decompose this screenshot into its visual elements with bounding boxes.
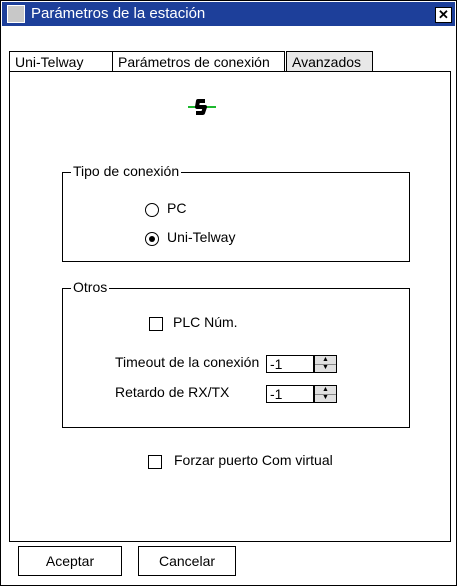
title-bar[interactable]: Parámetros de la estación ✕ xyxy=(2,2,455,26)
window-title: Parámetros de la estación xyxy=(31,5,206,22)
pc-radio[interactable] xyxy=(145,203,159,217)
station-parameters-dialog: Parámetros de la estación ✕ Uni-Telway P… xyxy=(0,0,457,586)
timeout-spinner[interactable]: ▲ ▼ xyxy=(314,355,337,373)
timeout-input[interactable]: -1 xyxy=(266,355,314,373)
plc-num-label[interactable]: PLC Núm. xyxy=(173,314,238,330)
cancel-button[interactable]: Cancelar xyxy=(138,546,236,576)
close-button[interactable]: ✕ xyxy=(435,7,452,23)
timeout-label: Timeout de la conexión xyxy=(115,354,260,370)
uni-telway-radio[interactable] xyxy=(145,232,159,246)
others-group: Otros PLC Núm. Timeout de la conexión -1… xyxy=(62,279,410,428)
tab-advanced[interactable]: Avanzados xyxy=(286,51,373,71)
rxtx-delay-label: Retardo de RX/TX xyxy=(115,384,230,400)
connection-type-legend: Tipo de conexión xyxy=(71,163,182,179)
others-legend: Otros xyxy=(71,279,110,295)
force-com-label[interactable]: Forzar puerto Com virtual xyxy=(174,452,333,468)
rxtx-delay-input[interactable]: -1 xyxy=(266,385,314,403)
accept-button[interactable]: Aceptar xyxy=(18,546,122,576)
uni-telway-radio-label[interactable]: Uni-Telway xyxy=(167,229,235,245)
pc-radio-label[interactable]: PC xyxy=(167,200,186,216)
advanced-panel: Tipo de conexión PC Uni-Telway Otros PLC… xyxy=(9,71,451,542)
rxtx-delay-spinner[interactable]: ▲ ▼ xyxy=(314,385,337,403)
tab-connection-parameters[interactable]: Parámetros de conexión xyxy=(112,51,285,71)
connection-type-group: Tipo de conexión PC Uni-Telway xyxy=(62,163,410,262)
tab-uni-telway[interactable]: Uni-Telway xyxy=(9,51,113,71)
spin-down-icon[interactable]: ▼ xyxy=(315,394,336,402)
force-com-checkbox[interactable] xyxy=(148,455,162,469)
plc-num-checkbox[interactable] xyxy=(149,317,163,331)
connection-status-icon xyxy=(188,99,216,115)
window-icon xyxy=(7,5,25,23)
spin-down-icon[interactable]: ▼ xyxy=(315,364,336,372)
